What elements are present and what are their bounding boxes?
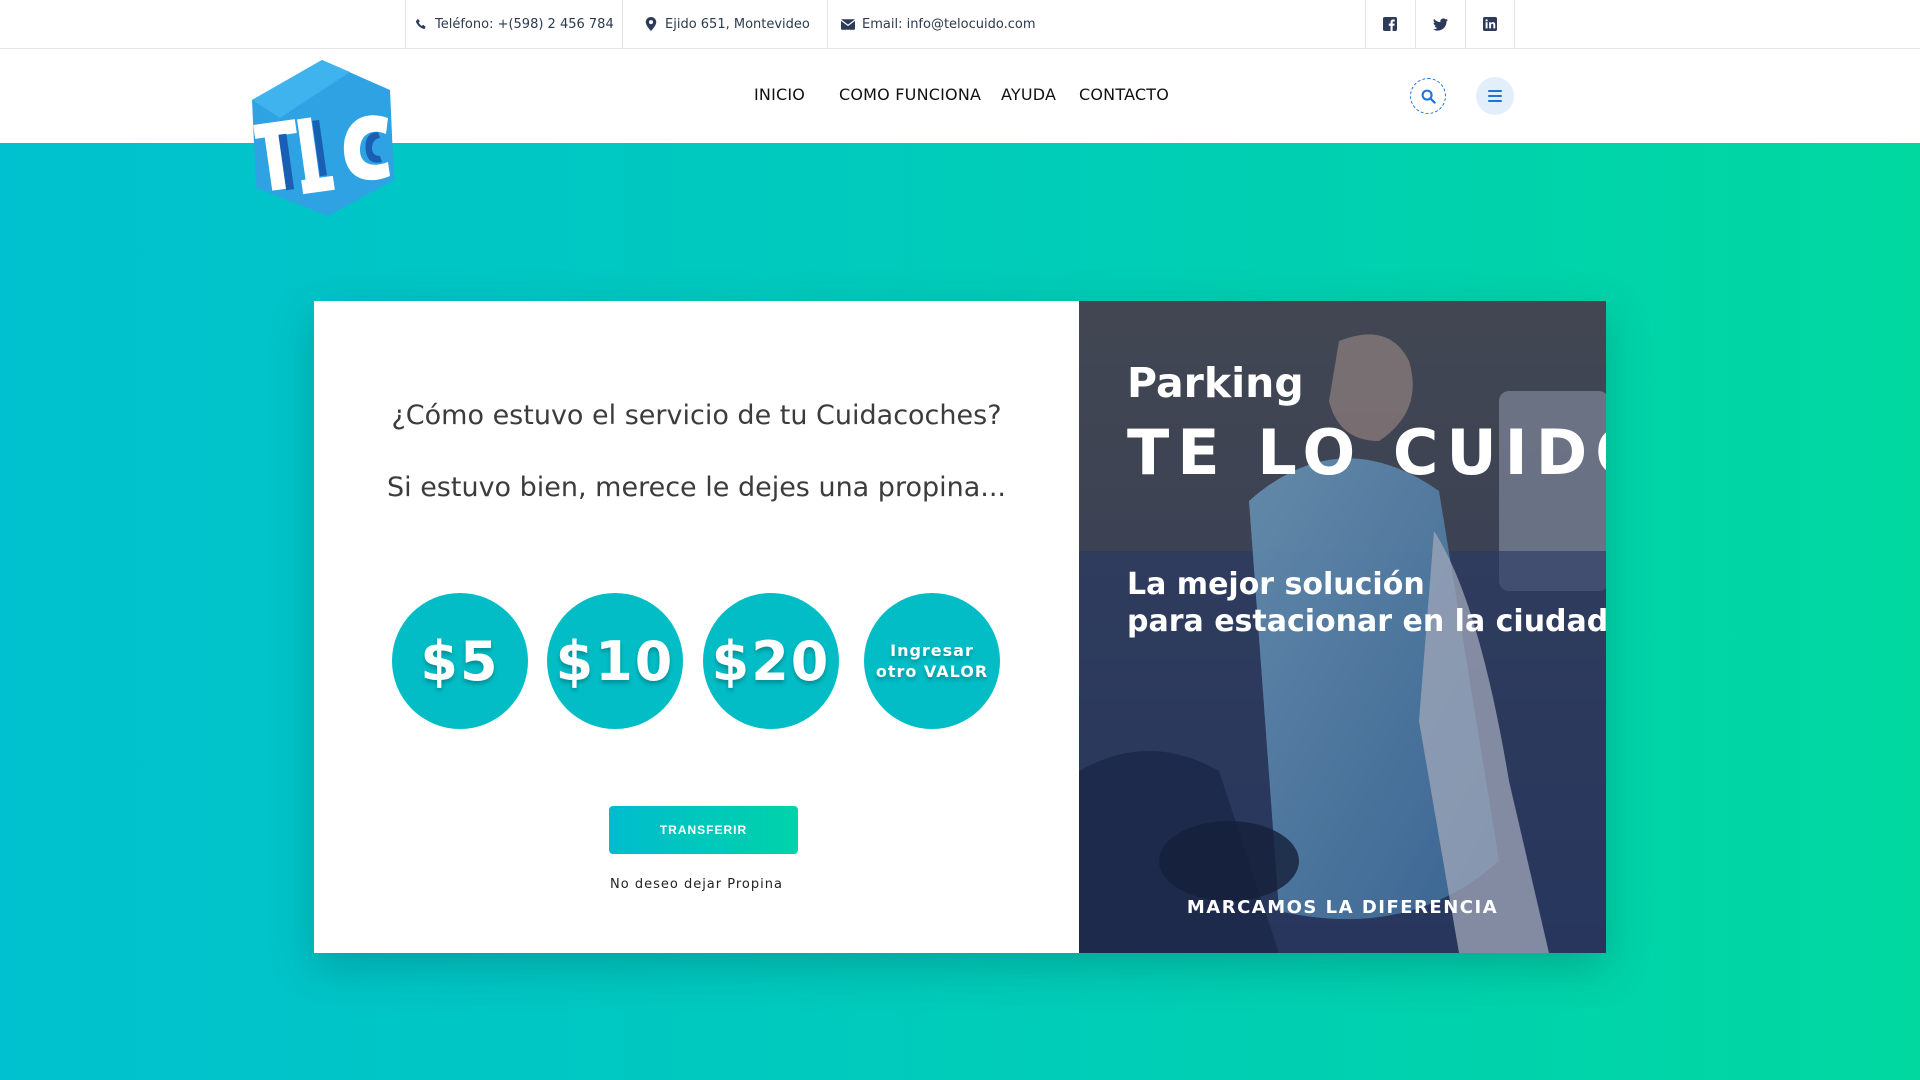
facebook-icon[interactable]	[1365, 0, 1415, 48]
phone-info[interactable]: Teléfono: +(598) 2 456 784	[414, 0, 614, 48]
address-info: Ejido 651, Montevideo	[644, 0, 810, 48]
address-text: Ejido 651, Montevideo	[665, 16, 810, 32]
menu-button[interactable]	[1476, 77, 1514, 115]
tip-option-10[interactable]: $10	[547, 593, 683, 729]
top-info-bar: Teléfono: +(598) 2 456 784 Ejido 651, Mo…	[0, 0, 1920, 49]
tip-amount-label: $5	[420, 629, 500, 693]
service-question: ¿Cómo estuvo el servicio de tu Cuidacoch…	[391, 400, 1002, 431]
nav-item-como-funciona[interactable]: COMO FUNCIONA	[839, 85, 981, 104]
nav-item-contacto[interactable]: CONTACTO	[1079, 85, 1169, 104]
other-line-2: otro VALOR	[875, 662, 989, 681]
tip-panel: ¿Cómo estuvo el servicio de tu Cuidacoch…	[314, 301, 1079, 953]
hamburger-icon	[1488, 90, 1502, 102]
divider	[827, 0, 828, 48]
search-icon	[1421, 89, 1436, 104]
email-text: Email: info@telocuido.com	[862, 16, 1036, 32]
email-info[interactable]: Email: info@telocuido.com	[841, 0, 1036, 48]
phone-icon	[414, 17, 428, 31]
nav-item-ayuda[interactable]: AYUDA	[1001, 85, 1056, 104]
tip-amount-label: $10	[555, 629, 675, 693]
tip-amount-label: $20	[711, 629, 831, 693]
tip-option-5[interactable]: $5	[392, 593, 528, 729]
divider	[1514, 0, 1515, 48]
tagline-line-1: La mejor solución	[1127, 567, 1425, 602]
other-line-1: Ingresar	[890, 641, 974, 660]
tip-card: ¿Cómo estuvo el servicio de tu Cuidacoch…	[314, 301, 1606, 953]
divider	[622, 0, 623, 48]
site-logo[interactable]	[250, 60, 396, 216]
no-tip-link[interactable]: No deseo dejar Propina	[314, 877, 1079, 892]
promo-brand: TE LO CUIDO	[1127, 416, 1606, 489]
tip-option-20[interactable]: $20	[703, 593, 839, 729]
twitter-icon[interactable]	[1415, 0, 1465, 48]
divider	[405, 0, 406, 48]
tagline-line-2: para estacionar en la ciudad	[1127, 604, 1606, 639]
promo-tagline: La mejor solución para estacionar en la …	[1127, 566, 1606, 640]
transfer-button[interactable]: TRANSFERIR	[609, 806, 798, 854]
map-pin-icon	[644, 17, 658, 31]
phone-text: Teléfono: +(598) 2 456 784	[435, 16, 614, 32]
promo-footer: MARCAMOS LA DIFERENCIA	[1186, 897, 1499, 918]
nav-item-inicio[interactable]: INICIO	[754, 85, 805, 104]
linkedin-icon[interactable]	[1465, 0, 1515, 48]
search-button[interactable]	[1410, 78, 1446, 114]
promo-parking: Parking	[1127, 359, 1304, 407]
tip-prompt: Si estuvo bien, merece le dejes una prop…	[386, 472, 1007, 503]
promo-panel: Parking TE LO CUIDO La mejor solución pa…	[1079, 301, 1606, 953]
other-amount-label: Ingresar otro VALOR	[876, 640, 988, 682]
tip-option-other[interactable]: Ingresar otro VALOR	[864, 593, 1000, 729]
envelope-icon	[841, 17, 855, 31]
